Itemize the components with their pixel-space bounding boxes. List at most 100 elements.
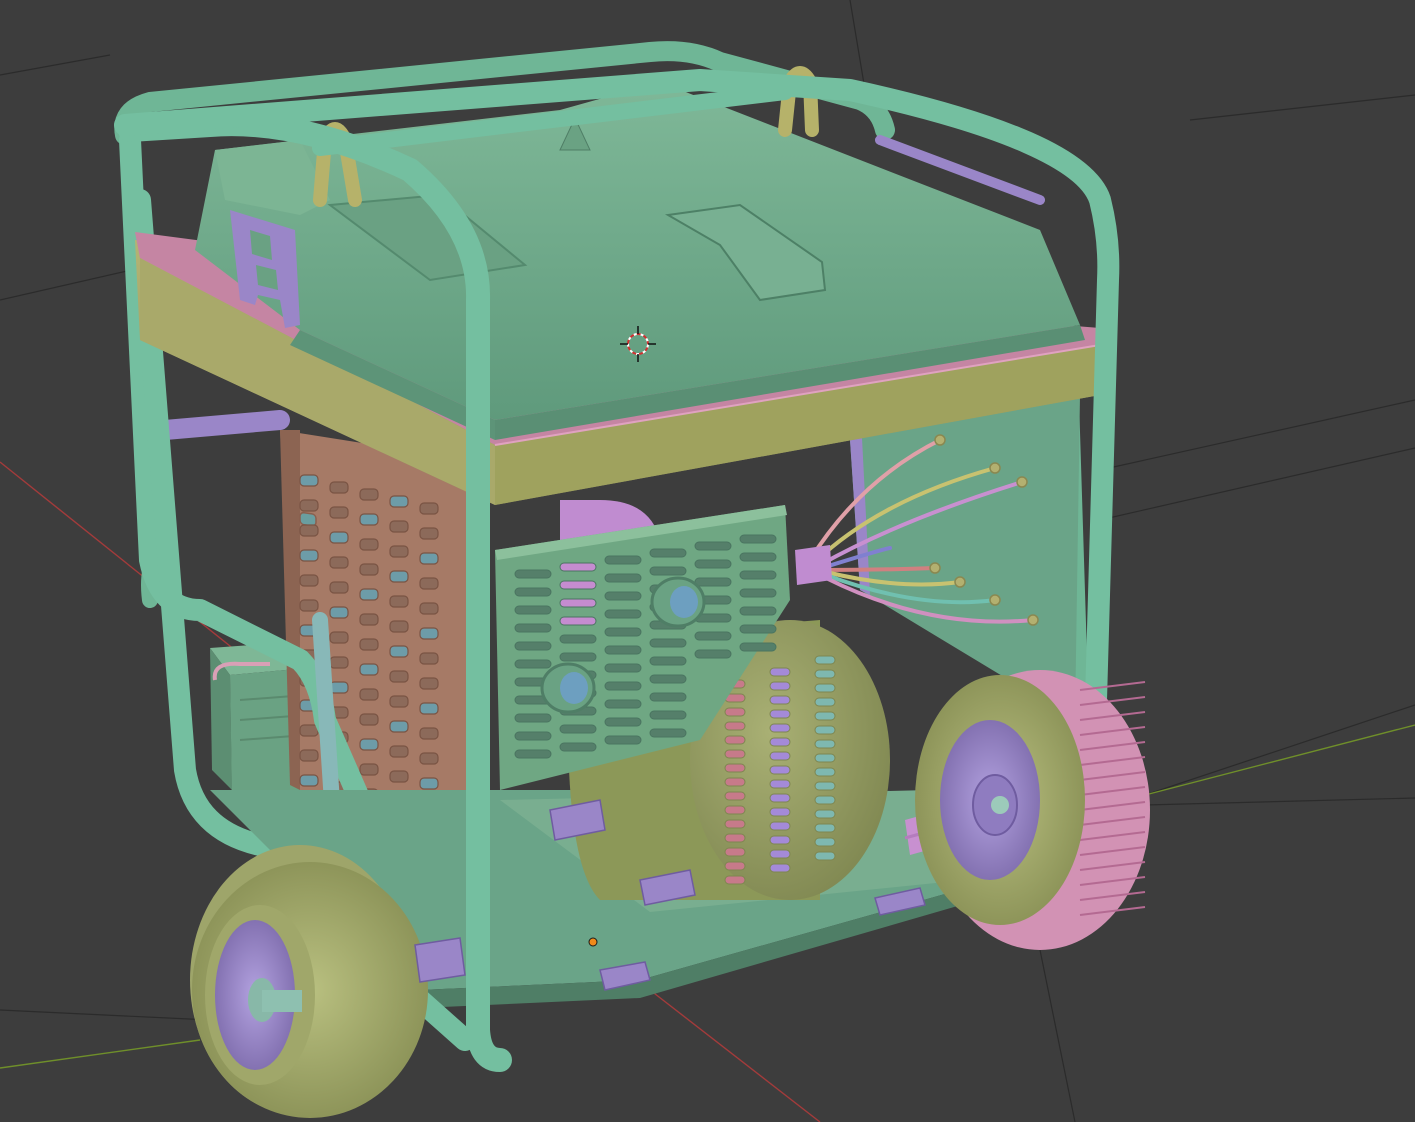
alternator-vent [769, 723, 791, 733]
shroud-slot [514, 641, 552, 651]
alternator-vent [724, 819, 746, 829]
shroud-slot [559, 580, 597, 590]
muffler-slot [389, 695, 409, 708]
muffler-slot [329, 556, 349, 569]
alternator-vent [724, 833, 746, 843]
alternator-vent [724, 735, 746, 745]
shroud-slot [514, 713, 552, 723]
muffler-slot [419, 602, 439, 615]
shroud-slot [649, 674, 687, 684]
shroud-slot [604, 591, 642, 601]
y-axis-line [1144, 724, 1415, 796]
shroud-slot [649, 566, 687, 576]
shroud-slot [559, 742, 597, 752]
alternator-vent [769, 737, 791, 747]
muffler-slot [389, 595, 409, 608]
muffler-slot [389, 495, 409, 508]
alternator-vent [814, 837, 836, 847]
shroud-slot [649, 710, 687, 720]
muffler-slot [299, 549, 319, 562]
alternator-vent [724, 777, 746, 787]
shroud-slot [739, 534, 777, 544]
shroud-slot [604, 627, 642, 637]
viewport-canvas[interactable] [0, 0, 1415, 1122]
alternator-vent [769, 849, 791, 859]
muffler-slot [299, 724, 319, 737]
alternator-vent [769, 779, 791, 789]
muffler-slot [419, 527, 439, 540]
muffler-slot [419, 627, 439, 640]
alternator-vent [814, 725, 836, 735]
alternator-vent [814, 711, 836, 721]
muffler-slot [359, 613, 379, 626]
muffler-slot [389, 745, 409, 758]
shroud-slot [604, 609, 642, 619]
muffler-slot [359, 688, 379, 701]
shroud-slot [604, 735, 642, 745]
object-origin-icon[interactable] [588, 937, 598, 947]
alternator-vent [769, 793, 791, 803]
alternator-vent [814, 795, 836, 805]
shroud-slot [649, 692, 687, 702]
shroud-slot [559, 634, 597, 644]
alternator-vent [769, 765, 791, 775]
alternator-vent [769, 709, 791, 719]
shroud-slot [604, 717, 642, 727]
muffler-slot [359, 738, 379, 751]
muffler-slot [359, 563, 379, 576]
alternator-vent [769, 681, 791, 691]
muffler-slot [419, 702, 439, 715]
alternator-vent [814, 669, 836, 679]
shroud-slot [694, 649, 732, 659]
muffler-slot [419, 652, 439, 665]
shroud-slot [739, 552, 777, 562]
muffler-slot [389, 570, 409, 583]
alternator-vent [814, 823, 836, 833]
muffler-slot [359, 513, 379, 526]
shroud-slot [739, 606, 777, 616]
shroud-slot [739, 642, 777, 652]
muffler-slot [359, 488, 379, 501]
muffler-slot [329, 606, 349, 619]
alternator-vent [724, 763, 746, 773]
3d-viewport[interactable] [0, 0, 1415, 1122]
muffler-slot [299, 474, 319, 487]
muffler-slot [389, 770, 409, 783]
alternator-vent [814, 655, 836, 665]
shroud-slot [604, 573, 642, 583]
alternator-vent [724, 707, 746, 717]
alternator-vent [814, 809, 836, 819]
x-axis-line-front [649, 989, 821, 1122]
shroud-slot [604, 681, 642, 691]
muffler-panel[interactable] [280, 430, 470, 850]
alternator-vent [814, 781, 836, 791]
muffler-slot [389, 670, 409, 683]
y-axis-line-front [0, 1039, 201, 1069]
shroud-slot [559, 562, 597, 572]
muffler-slot [419, 577, 439, 590]
shroud-slot [694, 559, 732, 569]
alternator-vent [814, 739, 836, 749]
shroud-slot [649, 656, 687, 666]
shroud-slot [514, 623, 552, 633]
shroud-slot [649, 728, 687, 738]
alternator-vent [769, 807, 791, 817]
alternator-vent [724, 847, 746, 857]
shroud-slot [559, 616, 597, 626]
muffler-slot [359, 588, 379, 601]
shroud-slot [649, 638, 687, 648]
shroud-slot [514, 731, 552, 741]
muffler-slot [419, 677, 439, 690]
muffler-slot [329, 506, 349, 519]
muffler-slot [299, 599, 319, 612]
muffler-slot [389, 720, 409, 733]
shroud-slot [559, 652, 597, 662]
muffler-slot [419, 752, 439, 765]
muffler-slot [419, 727, 439, 740]
alternator-vent [724, 805, 746, 815]
shroud-slot [604, 645, 642, 655]
muffler-slot [329, 531, 349, 544]
alternator-vent [769, 667, 791, 677]
alternator-vent [724, 791, 746, 801]
muffler-slot [359, 638, 379, 651]
